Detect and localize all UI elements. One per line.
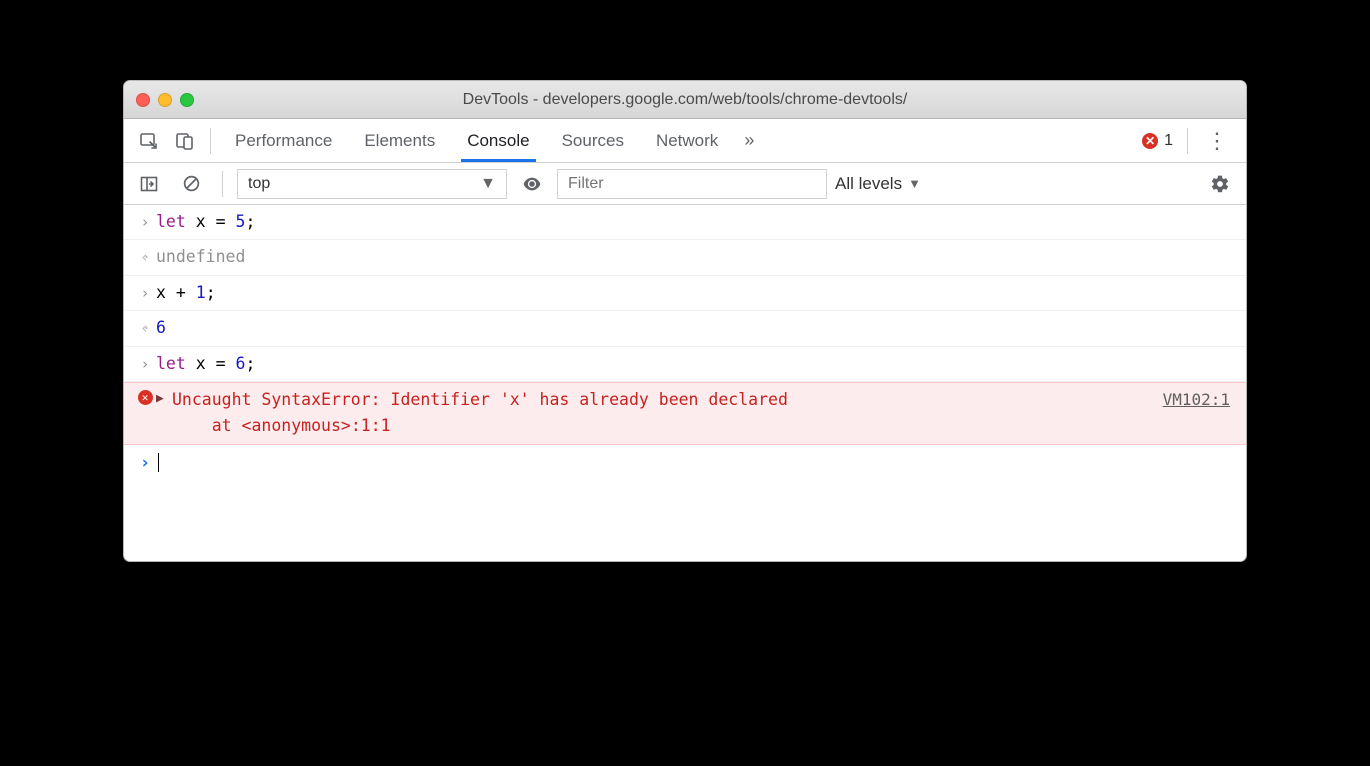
console-prompt[interactable]: › <box>124 445 1246 481</box>
levels-label: All levels <box>835 174 902 194</box>
log-levels-select[interactable]: All levels ▼ <box>835 174 921 194</box>
live-expression-icon[interactable] <box>515 167 549 201</box>
toolbar-divider <box>222 171 223 197</box>
input-chevron-icon: › <box>134 280 156 305</box>
toolbar-divider <box>210 128 211 154</box>
panel-tabs: PerformanceElementsConsoleSourcesNetwork <box>219 119 734 162</box>
code-content: let x = 6; <box>156 351 1236 377</box>
window-titlebar: DevTools - developers.google.com/web/too… <box>124 81 1246 119</box>
tab-elements[interactable]: Elements <box>348 119 451 162</box>
error-icon: ✕ <box>134 387 156 405</box>
code-content: let x = 5; <box>156 209 1236 235</box>
tab-network[interactable]: Network <box>640 119 734 162</box>
console-output-line: ‹·undefined <box>124 240 1246 275</box>
code-content: x + 1; <box>156 280 1236 306</box>
close-window-button[interactable] <box>136 93 150 107</box>
code-content: 6 <box>156 315 1236 341</box>
clear-console-icon[interactable] <box>174 167 208 201</box>
output-chevron-icon: ‹· <box>134 244 156 269</box>
execution-context-select[interactable]: top ▼ <box>237 169 507 199</box>
console-error-line: ✕▶Uncaught SyntaxError: Identifier 'x' h… <box>124 382 1246 445</box>
console-output-line: ‹·6 <box>124 311 1246 346</box>
error-count: 1 <box>1164 132 1173 150</box>
output-chevron-icon: ‹· <box>134 315 156 340</box>
toolbar-divider <box>1187 128 1188 154</box>
code-content: undefined <box>156 244 1236 270</box>
console-input-line: ›x + 1; <box>124 276 1246 311</box>
error-source-link[interactable]: VM102:1 <box>1163 387 1236 413</box>
device-toolbar-icon[interactable] <box>168 124 202 158</box>
console-toolbar: top ▼ All levels ▼ <box>124 163 1246 205</box>
tab-sources[interactable]: Sources <box>546 119 640 162</box>
console-input-line: ›let x = 5; <box>124 205 1246 240</box>
console-settings-icon[interactable] <box>1202 174 1238 194</box>
prompt-chevron-icon: › <box>134 449 156 477</box>
minimize-window-button[interactable] <box>158 93 172 107</box>
devtools-window: DevTools - developers.google.com/web/too… <box>123 80 1247 562</box>
input-chevron-icon: › <box>134 351 156 376</box>
settings-menu-button[interactable]: ⋮ <box>1196 128 1238 154</box>
window-title: DevTools - developers.google.com/web/too… <box>124 91 1246 109</box>
inspect-element-icon[interactable] <box>132 124 166 158</box>
toggle-console-sidebar-icon[interactable] <box>132 167 166 201</box>
chevron-down-icon: ▼ <box>480 175 496 193</box>
prompt-input[interactable] <box>156 449 1236 475</box>
expand-error-icon[interactable]: ▶ <box>156 387 172 410</box>
tab-performance[interactable]: Performance <box>219 119 348 162</box>
console-input-line: ›let x = 6; <box>124 347 1246 382</box>
filter-input[interactable] <box>557 169 827 199</box>
error-message: Uncaught SyntaxError: Identifier 'x' has… <box>172 387 1163 440</box>
context-value: top <box>248 175 270 193</box>
error-icon: ✕ <box>1142 133 1158 149</box>
more-tabs-button[interactable]: » <box>736 130 762 151</box>
devtools-main-toolbar: PerformanceElementsConsoleSourcesNetwork… <box>124 119 1246 163</box>
error-count-badge[interactable]: ✕ 1 <box>1142 132 1179 150</box>
zoom-window-button[interactable] <box>180 93 194 107</box>
tab-console[interactable]: Console <box>451 119 545 162</box>
input-chevron-icon: › <box>134 209 156 234</box>
console-output: ›let x = 5;‹·undefined›x + 1;‹·6›let x =… <box>124 205 1246 561</box>
chevron-down-icon: ▼ <box>908 176 921 191</box>
window-controls <box>136 93 194 107</box>
